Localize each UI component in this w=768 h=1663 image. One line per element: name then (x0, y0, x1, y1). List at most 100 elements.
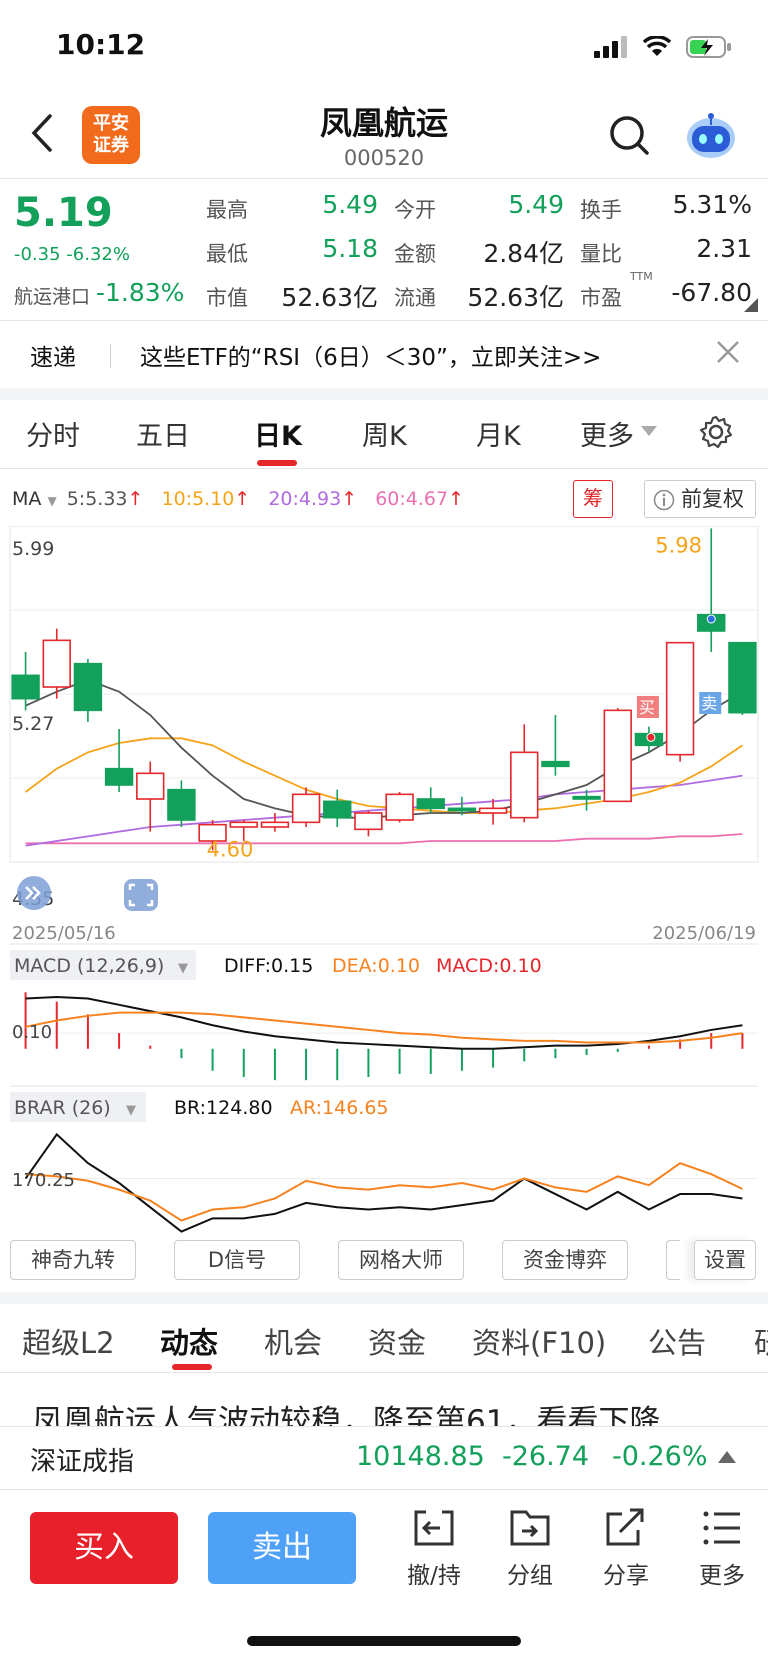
macd-label[interactable]: MACD (12,26,9) (14, 955, 164, 977)
ma60-value: 60:4.67 (375, 488, 449, 510)
candle-body (478, 807, 508, 814)
tool-d-signal[interactable]: D信号 (174, 1240, 300, 1280)
more-button[interactable]: 更多 (682, 1508, 762, 1590)
candle-body (291, 793, 321, 824)
article-clip[interactable]: 凤凰航运人气波动较稳，降至第61，看看下降 (0, 1392, 768, 1426)
candle-body (728, 641, 757, 714)
tab-monthly-k[interactable]: 月K (476, 414, 521, 453)
quote-label-pe: 市盈 (580, 286, 622, 310)
tab-intraday[interactable]: 分时 (26, 414, 80, 453)
scroll-left-circle[interactable] (17, 876, 51, 910)
quote-value-pe: -67.80 (671, 278, 752, 307)
subtab-announcements[interactable]: 公告 (648, 1320, 706, 1362)
ma-caret-icon: ▼ (47, 494, 57, 508)
subtab-funds[interactable]: 资金 (368, 1320, 426, 1362)
fullscreen-button[interactable] (124, 879, 158, 911)
index-bar[interactable]: 深证成指 10148.85 -26.74 -0.26% (0, 1426, 768, 1490)
macd-dea-line (25, 1011, 743, 1044)
caret-up-icon[interactable] (718, 1451, 736, 1463)
assistant-robot-button[interactable] (684, 110, 738, 162)
quote-label-amount: 金额 (394, 242, 436, 266)
ma20-up-arrow-icon: ↑ (341, 488, 358, 510)
tool-magic-nine[interactable]: 神奇九转 (10, 1240, 136, 1280)
quote-value-amount: 2.84亿 (483, 239, 564, 268)
tool-grid-master[interactable]: 网格大师 (338, 1240, 464, 1280)
news-close-button[interactable] (712, 336, 744, 368)
brar-br-line (24, 1132, 743, 1233)
tab-five-day[interactable]: 五日 (136, 414, 190, 453)
share-button[interactable]: 分享 (586, 1508, 666, 1590)
index-value: 10148.85 (356, 1441, 485, 1472)
subtab-opportunity[interactable]: 机会 (264, 1320, 322, 1362)
quote-label-low: 最低 (206, 242, 248, 266)
chips-button[interactable]: 筹 (573, 480, 613, 518)
battery-icon (686, 36, 731, 58)
subtab-f10[interactable]: 资料(F10) (472, 1320, 606, 1362)
sector-name[interactable]: 航运港口 (14, 282, 90, 309)
article-title[interactable]: 凤凰航运人气波动较稳，降至第61，看看下降 (32, 1396, 660, 1426)
menu-icon (703, 1511, 740, 1545)
subtab-super-l2[interactable]: 超级L2 (22, 1320, 115, 1362)
search-button[interactable] (608, 114, 652, 158)
close-icon (717, 341, 739, 363)
brar-label[interactable]: BRAR (26) (14, 1097, 111, 1119)
buy-button[interactable]: 买入 (30, 1512, 178, 1584)
wifi-icon (642, 36, 672, 56)
tab-daily-k[interactable]: 日K (254, 414, 302, 453)
subtab-research[interactable]: 研 (754, 1320, 768, 1360)
share-label: 分享 (603, 1563, 649, 1589)
quote-value-market-cap: 52.63亿 (281, 283, 378, 312)
macd-macd-value: MACD:0.10 (436, 955, 542, 977)
subtab-research-clip[interactable]: 研 (748, 1320, 768, 1360)
ma60-up-arrow-icon: ↑ (448, 488, 465, 510)
brar-br-value: BR:124.80 (174, 1097, 273, 1119)
quote-label-float-cap: 流通 (394, 286, 436, 310)
group-button[interactable]: 分组 (490, 1508, 570, 1590)
quote-label-high: 最高 (206, 198, 248, 222)
candle-body (11, 674, 40, 700)
sell-signal-label: 卖 (701, 694, 717, 713)
sell-signal-marker: 卖 (699, 692, 722, 714)
ma5-value: 5:5.33 (66, 488, 128, 510)
candle-body (167, 788, 196, 821)
y-axis-top-label: 5.99 (12, 538, 54, 560)
tool-partial[interactable] (666, 1240, 680, 1280)
buy-signal-label: 买 (639, 698, 655, 717)
chart-settings-button[interactable] (698, 414, 734, 454)
tab-more[interactable]: 更多 (580, 414, 634, 453)
ma5-line (25, 679, 743, 819)
tab-weekly-k[interactable]: 周K (362, 414, 407, 453)
quote-label-turnover: 换手 (580, 198, 622, 222)
buy-point-marker (646, 732, 656, 742)
subtab-news[interactable]: 动态 (160, 1320, 218, 1362)
home-indicator (247, 1636, 521, 1646)
ma-label[interactable]: MA (12, 488, 41, 510)
tool-fund-game[interactable]: 资金博弈 (502, 1240, 628, 1280)
tool-settings[interactable]: 设置 (694, 1240, 756, 1280)
adjust-price-label: 前复权 (681, 487, 744, 511)
expand-corner-icon[interactable] (744, 298, 758, 312)
macd-caret-icon: ▼ (178, 961, 188, 976)
adjust-price-button[interactable]: 前复权 (644, 480, 756, 518)
tab-indicator (257, 460, 297, 466)
robot-icon (687, 113, 735, 158)
ma20-line (25, 774, 743, 847)
current-price: 5.19 (14, 190, 113, 236)
more-label: 更多 (699, 1563, 745, 1589)
scroll-left-button[interactable] (17, 876, 51, 910)
news-text[interactable]: 这些ETF的“RSI（6日）＜30”，立即关注>> (140, 338, 601, 372)
macd-diff-line (25, 995, 743, 1050)
candle-body (541, 760, 570, 768)
news-ticker[interactable]: 速递 这些ETF的“RSI（6日）＜30”，立即关注>> (0, 322, 768, 388)
folder-icon (510, 1510, 550, 1546)
candle-body (572, 795, 601, 800)
cancel-hold-button[interactable]: 撤/持 (394, 1508, 474, 1590)
kline-chart[interactable]: 买卖 5.99 5.27 4.55 5.98 4.60 2025/05/16 2… (0, 526, 768, 1246)
sell-button[interactable]: 卖出 (208, 1512, 356, 1584)
candle-body (73, 662, 103, 712)
subtab-divider (0, 1372, 768, 1373)
signal-icon (594, 36, 627, 58)
macd-dea-value: DEA:0.10 (332, 955, 420, 977)
status-time: 10:12 (56, 28, 146, 61)
brar-ar-value: AR:146.65 (290, 1097, 389, 1119)
